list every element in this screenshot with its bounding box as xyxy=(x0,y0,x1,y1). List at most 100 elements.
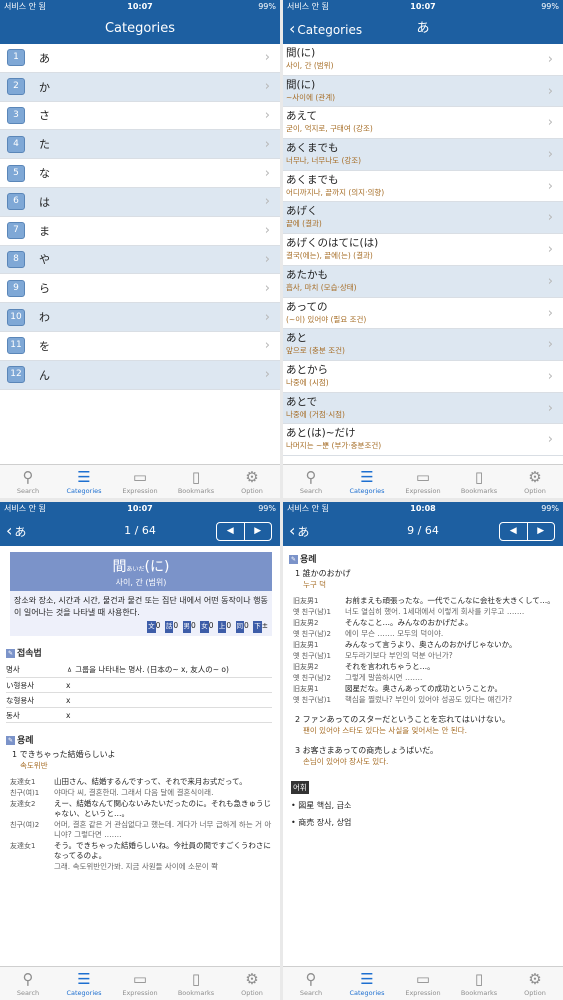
chevron-right-icon: › xyxy=(547,83,553,99)
category-item[interactable]: 11 を › xyxy=(0,331,280,361)
list-item[interactable]: あたかも 흡사, 마치 (모습·상태) › xyxy=(283,265,563,298)
section-icon: ✎ xyxy=(6,736,15,745)
gear-icon: ⚙ xyxy=(245,970,259,988)
list-item[interactable]: あと 앞으로 (충분 조건) › xyxy=(283,329,563,361)
gear-icon: ⚙ xyxy=(245,468,259,486)
prev-page-button[interactable]: ◀ xyxy=(500,523,528,540)
tab-categories[interactable]: ☰ Categories xyxy=(339,967,395,1000)
next-page-button[interactable]: ▶ xyxy=(528,523,555,540)
pattern-list-screen: 서비스 안 됨 10:07 99% あ ‹ Categories 間(に) 사이, … xyxy=(283,0,563,498)
category-label: ら xyxy=(39,282,50,296)
tab-search[interactable]: ⚲ Search xyxy=(0,465,56,498)
list-item[interactable]: あげくのはてに(は) 결국(에는), 끝에(는) (결과) › xyxy=(283,234,563,266)
usage-row: 文0 話0 男0 女0 上0 同0 下± xyxy=(14,620,268,633)
tab-option[interactable]: ⚙ Option xyxy=(507,465,563,498)
list-item[interactable]: あとで 나중에 (거점·시점) › xyxy=(283,392,563,425)
list-item[interactable]: あげく 끝에 (결과) › xyxy=(283,202,563,235)
search-icon: ⚲ xyxy=(22,970,34,988)
tab-expression[interactable]: ▭ Expression xyxy=(395,967,451,1000)
chevron-right-icon: › xyxy=(547,210,553,226)
list-item[interactable]: あと(は)~だけ 나머지는 ~뿐 (부가·충분조건) › xyxy=(283,424,563,456)
chevron-right-icon: › xyxy=(547,147,553,163)
number-badge: 1 xyxy=(7,49,25,67)
chevron-right-icon: › xyxy=(264,107,270,123)
category-label: さ xyxy=(39,109,50,123)
search-icon: ⚲ xyxy=(305,970,317,988)
tab-bar: ⚲ Search ☰ Categories ▭ Expression ▯ Bookmar… xyxy=(283,464,563,498)
number-badge: 7 xyxy=(7,222,25,240)
back-button[interactable]: ‹ Categories xyxy=(289,14,362,45)
number-badge: 10 xyxy=(7,308,25,326)
vocabulary-item: • 図星 핵심, 급소 xyxy=(291,801,352,810)
tab-bar: ⚲ Search ☰ Categories ▭ Expression ▯ Bookmar… xyxy=(0,966,280,1000)
category-item[interactable]: 4 た › xyxy=(0,130,280,160)
tab-bookmarks[interactable]: ▯ Bookmarks xyxy=(168,465,224,498)
nav-bar: あ ‹ Categories xyxy=(283,14,563,44)
category-item[interactable]: 8 や › xyxy=(0,245,280,275)
back-button[interactable]: ‹ あ xyxy=(6,516,26,547)
chevron-right-icon: › xyxy=(264,194,270,210)
list-item[interactable]: あえて 굳이, 억지로, 구태여 (강조) › xyxy=(283,107,563,140)
list-item[interactable]: 間(に) ~사이에 (관계) › xyxy=(283,75,563,108)
categories-icon: ☰ xyxy=(360,970,374,988)
list-item[interactable]: あっての (~이) 있어야 (필요 조건) › xyxy=(283,298,563,330)
category-item[interactable]: 12 ん › xyxy=(0,360,280,390)
category-item[interactable]: 9 ら › xyxy=(0,274,280,304)
detail-screen-9: 서비스 안 됨 10:08 99% 9 / 64 ‹ あ ◀ ▶ ✎ 용례 1 誰かの… xyxy=(283,502,563,1000)
tab-bar: ⚲ Search ☰ Categories ▭ Expression ▯ Bookmar… xyxy=(283,966,563,1000)
category-list: 1 あ › 2 か › 3 さ › 4 た › 5 な › 6 は › 7 ま › 8 や › 9 ら › 10 わ ›… xyxy=(0,44,280,390)
category-label: を xyxy=(39,339,50,353)
tab-expression[interactable]: ▭ Expression xyxy=(112,967,168,1000)
category-item[interactable]: 10 わ › xyxy=(0,303,280,332)
list-item[interactable]: あくまでも 어디까지나, 끝까지 (의지·의향) › xyxy=(283,171,563,203)
list-item[interactable]: あくまでも 너무나, 너무나도 (강조) › xyxy=(283,139,563,171)
number-badge: 4 xyxy=(7,135,25,153)
detail-content: 間あいだ(に) 사이, 간 (범위) 장소와 장소, 시간과 시간, 물건과 물… xyxy=(0,546,280,966)
status-bar: 서비스 안 됨 10:07 99% xyxy=(0,0,280,14)
expression-icon: ▭ xyxy=(415,970,431,988)
category-label: ん xyxy=(39,368,50,382)
chevron-right-icon: › xyxy=(547,273,553,289)
tab-bookmarks[interactable]: ▯ Bookmarks xyxy=(451,465,507,498)
category-item[interactable]: 2 か › xyxy=(0,72,280,102)
tab-search[interactable]: ⚲ Search xyxy=(283,967,339,1000)
chevron-left-icon: ‹ xyxy=(289,521,296,540)
category-item[interactable]: 6 は › xyxy=(0,187,280,217)
next-page-button[interactable]: ▶ xyxy=(245,523,272,540)
tab-search[interactable]: ⚲ Search xyxy=(283,465,339,498)
status-time: 10:07 xyxy=(410,2,436,11)
category-item[interactable]: 3 さ › xyxy=(0,101,280,131)
page-stepper: ◀ ▶ xyxy=(216,522,272,541)
chevron-right-icon: › xyxy=(264,309,270,325)
list-item[interactable]: 間(に) 사이, 간 (범위) › xyxy=(283,44,563,76)
back-button[interactable]: ‹ あ xyxy=(289,516,309,547)
tab-bar: ⚲ Search ☰ Categories ▭ Expression ▯ Bookmar… xyxy=(0,464,280,498)
example-dialog: 友達女1 山田さん、結婚するんですって、それで来月お式だって。 친구(여)1 야마다… xyxy=(10,777,272,871)
category-item[interactable]: 1 あ › xyxy=(0,44,280,73)
chevron-right-icon: › xyxy=(547,115,553,131)
headword-meaning: 사이, 간 (범위) xyxy=(115,578,167,587)
category-label: た xyxy=(39,138,50,152)
tab-bookmarks[interactable]: ▯ Bookmarks xyxy=(168,967,224,1000)
list-item[interactable]: あとから 나중에 (시점) › xyxy=(283,361,563,393)
tab-option[interactable]: ⚙ Option xyxy=(224,465,280,498)
tab-option[interactable]: ⚙ Option xyxy=(507,967,563,1000)
tab-bookmarks[interactable]: ▯ Bookmarks xyxy=(451,967,507,1000)
chevron-right-icon: › xyxy=(264,136,270,152)
prev-page-button[interactable]: ◀ xyxy=(217,523,245,540)
categories-screen: 서비스 안 됨 10:07 99% Categories 1 あ › 2 か › 3 さ ›… xyxy=(0,0,280,498)
bookmarks-icon: ▯ xyxy=(191,970,201,988)
section-icon: ✎ xyxy=(289,555,298,564)
tab-categories[interactable]: ☰ Categories xyxy=(339,465,395,498)
number-badge: 9 xyxy=(7,279,25,297)
category-item[interactable]: 7 ま › xyxy=(0,216,280,246)
tab-expression[interactable]: ▭ Expression xyxy=(112,465,168,498)
tab-expression[interactable]: ▭ Expression xyxy=(395,465,451,498)
tab-search[interactable]: ⚲ Search xyxy=(0,967,56,1000)
table-row: い형용사 x xyxy=(6,677,272,693)
chevron-right-icon: › xyxy=(264,165,270,181)
tab-option[interactable]: ⚙ Option xyxy=(224,967,280,1000)
tab-categories[interactable]: ☰ Categories xyxy=(56,967,112,1000)
category-item[interactable]: 5 な › xyxy=(0,159,280,188)
tab-categories[interactable]: ☰ Categories xyxy=(56,465,112,498)
